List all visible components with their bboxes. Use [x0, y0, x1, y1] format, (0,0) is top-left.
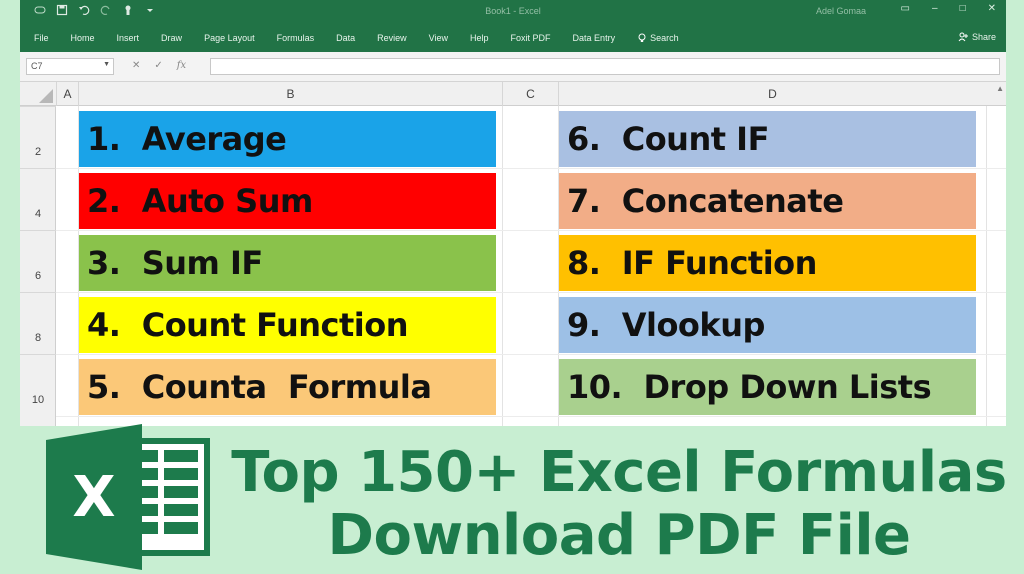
- cancel-icon[interactable]: ✕: [132, 60, 140, 71]
- ribbon-display-icon[interactable]: ▭: [901, 3, 910, 14]
- row-header-8[interactable]: 8: [20, 292, 56, 354]
- title-bar: Book1 - Excel Adel Gomaa ▭ – □ ✕: [20, 0, 1006, 24]
- tab-insert[interactable]: Insert: [117, 33, 140, 43]
- formula-input[interactable]: [210, 58, 1000, 75]
- column-header-a[interactable]: A: [56, 82, 78, 106]
- headline-subtitle: Download PDF File: [327, 503, 912, 568]
- formula-buttons: ✕ ✓ fx: [132, 60, 186, 71]
- minimize-icon[interactable]: –: [932, 3, 938, 14]
- tab-data-entry[interactable]: Data Entry: [573, 33, 616, 43]
- enter-icon[interactable]: ✓: [154, 60, 162, 71]
- formula-cell-if-function[interactable]: 8. IF Function: [559, 235, 976, 291]
- formula-cell-counta-formula[interactable]: 5. Counta Formula: [79, 359, 496, 415]
- column-header-d[interactable]: D: [558, 82, 986, 106]
- row-header-2[interactable]: 2: [20, 106, 56, 168]
- formula-cell-sum-if[interactable]: 3. Sum IF: [79, 235, 496, 291]
- tab-formulas[interactable]: Formulas: [277, 33, 315, 43]
- row-header-6[interactable]: 6: [20, 230, 56, 292]
- tab-view[interactable]: View: [429, 33, 448, 43]
- formula-cell-concatenate[interactable]: 7. Concatenate: [559, 173, 976, 229]
- select-all-corner[interactable]: [20, 82, 56, 106]
- tab-help[interactable]: Help: [470, 33, 489, 43]
- formula-cell-auto-sum[interactable]: 2. Auto Sum: [79, 173, 496, 229]
- lightbulb-icon: [638, 33, 646, 42]
- row-headers: 2 4 6 8 10: [20, 106, 56, 426]
- column-headers: A B C D ▲: [20, 82, 1006, 106]
- row-header-4[interactable]: 4: [20, 168, 56, 230]
- excel-logo-icon: X: [44, 420, 212, 574]
- scroll-up-icon[interactable]: ▲: [996, 84, 1004, 93]
- tell-me-label: Search: [650, 33, 679, 43]
- logo-letter: X: [72, 465, 115, 530]
- share-icon: [958, 32, 968, 42]
- close-icon[interactable]: ✕: [988, 3, 996, 14]
- tab-foxit-pdf[interactable]: Foxit PDF: [511, 33, 551, 43]
- tab-review[interactable]: Review: [377, 33, 407, 43]
- share-label: Share: [971, 32, 996, 42]
- user-name[interactable]: Adel Gomaa: [816, 6, 866, 16]
- formula-cell-count-function[interactable]: 4. Count Function: [79, 297, 496, 353]
- headline-title: Top 150+ Excel Formulas: [231, 440, 1007, 505]
- worksheet: A B C D ▲ 2 4 6 8 10 1. Average 2. Auto …: [20, 82, 1006, 426]
- tell-me-search[interactable]: Search: [637, 33, 679, 43]
- ribbon-tabs: File Home Insert Draw Page Layout Formul…: [20, 24, 1006, 52]
- tab-file[interactable]: File: [34, 33, 49, 43]
- formula-cell-average[interactable]: 1. Average: [79, 111, 496, 167]
- formula-cell-count-if[interactable]: 6. Count IF: [559, 111, 976, 167]
- name-box-value: C7: [31, 61, 43, 71]
- share-button[interactable]: Share: [958, 32, 996, 42]
- tab-home[interactable]: Home: [71, 33, 95, 43]
- name-box[interactable]: C7 ▼: [26, 58, 114, 75]
- formula-cell-drop-down-lists[interactable]: 10. Drop Down Lists: [559, 359, 976, 415]
- column-header-c[interactable]: C: [502, 82, 558, 106]
- tab-data[interactable]: Data: [336, 33, 355, 43]
- formula-cell-vlookup[interactable]: 9. Vlookup: [559, 297, 976, 353]
- window-controls: ▭ – □ ✕: [901, 3, 996, 14]
- column-header-b[interactable]: B: [78, 82, 502, 106]
- chevron-down-icon[interactable]: ▼: [103, 61, 110, 68]
- maximize-icon[interactable]: □: [960, 3, 966, 14]
- row-header-10[interactable]: 10: [20, 354, 56, 426]
- insert-function-icon[interactable]: fx: [177, 60, 186, 71]
- tab-page-layout[interactable]: Page Layout: [204, 33, 255, 43]
- formula-bar: C7 ▼ ✕ ✓ fx: [20, 52, 1006, 82]
- tab-draw[interactable]: Draw: [161, 33, 182, 43]
